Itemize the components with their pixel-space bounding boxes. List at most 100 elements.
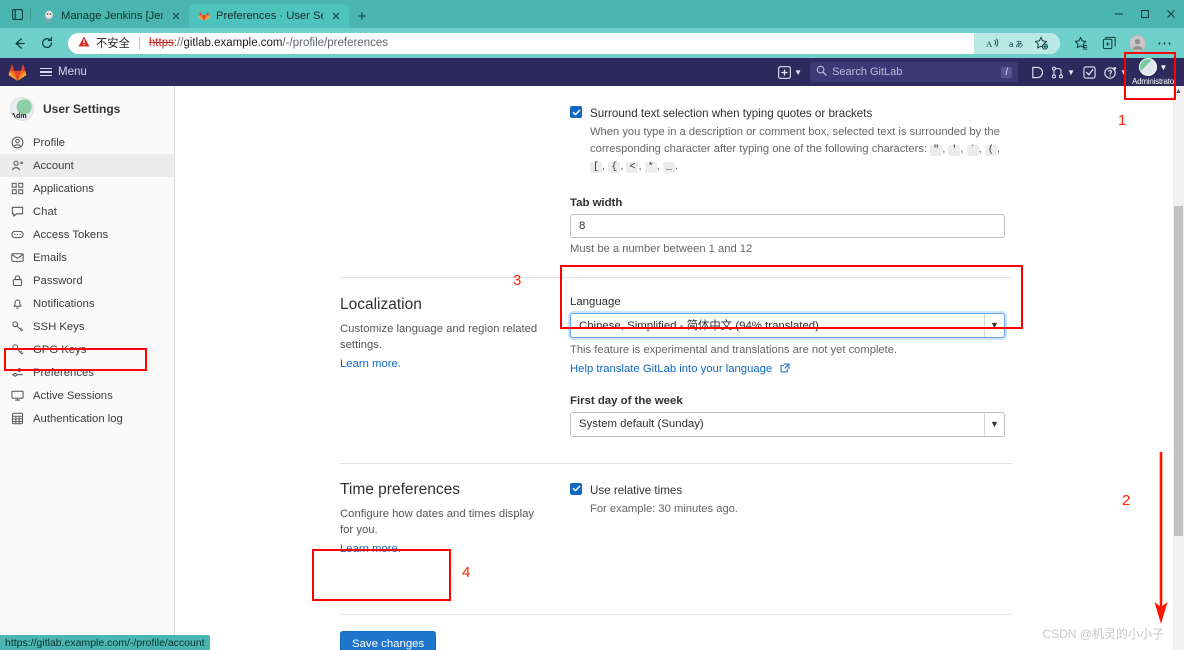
- insecure-label: 不安全: [96, 38, 130, 50]
- char-quote: ": [930, 144, 943, 156]
- read-aloud-icon[interactable]: A: [982, 33, 1004, 54]
- url-path: /-/profile/preferences: [282, 37, 388, 49]
- svg-text:a: a: [1009, 40, 1014, 49]
- sidebar-item-chat[interactable]: Chat: [0, 200, 174, 223]
- insecure-warning-icon: [78, 36, 90, 50]
- sidebar-item-gpg-keys[interactable]: GPG Keys: [0, 338, 174, 361]
- time-preferences-learn-more-link[interactable]: Learn more.: [340, 543, 401, 555]
- char-backtick: `: [966, 144, 979, 156]
- sidebar-item-ssh-keys[interactable]: SSH Keys: [0, 315, 174, 338]
- chevron-down-icon[interactable]: ▼: [984, 412, 1004, 436]
- log-icon: [10, 412, 24, 426]
- avatar: [10, 97, 34, 121]
- profile-icon[interactable]: [1124, 31, 1150, 55]
- sidebar-item-notifications[interactable]: Notifications: [0, 292, 174, 315]
- key-icon: [10, 343, 24, 357]
- sidebar-item-label: Chat: [33, 205, 57, 218]
- annotation-number-1: 1: [1118, 112, 1127, 129]
- tab-divider: [30, 7, 31, 21]
- localization-learn-more-link[interactable]: Learn more.: [340, 358, 401, 370]
- relative-times-checkbox[interactable]: [570, 482, 582, 495]
- merge-requests-icon[interactable]: ▼: [1047, 62, 1079, 82]
- url-scheme: https: [148, 37, 174, 49]
- browser-window: Manage Jenkins [Jenkins] ✕ Preferences ·…: [0, 0, 1184, 650]
- char-underscore: _: [662, 161, 675, 173]
- localization-section: Localization Customize language and regi…: [340, 296, 1184, 437]
- sidebar-item-preferences[interactable]: Preferences: [0, 361, 174, 384]
- first-day-select[interactable]: System default (Sunday) ▼: [570, 411, 1005, 437]
- sidebar-item-authentication-log[interactable]: Authentication log: [0, 407, 174, 430]
- close-icon[interactable]: ✕: [329, 9, 343, 23]
- back-icon[interactable]: [6, 31, 32, 55]
- todos-icon[interactable]: [1079, 62, 1100, 82]
- tab-strip: Manage Jenkins [Jenkins] ✕ Preferences ·…: [0, 0, 1184, 28]
- translate-icon[interactable]: aあ: [1006, 33, 1028, 54]
- scroll-up-icon[interactable]: ▲: [1173, 86, 1184, 97]
- sidebar-item-emails[interactable]: Emails: [0, 246, 174, 269]
- close-window-button[interactable]: [1158, 2, 1184, 26]
- close-icon[interactable]: ✕: [169, 9, 183, 23]
- search-input[interactable]: Search GitLab /: [810, 62, 1019, 82]
- browser-tab-preferences[interactable]: Preferences · User Settings · GitL ✕: [189, 4, 349, 28]
- address-divider: [138, 36, 140, 50]
- search-placeholder: Search GitLab: [832, 66, 903, 78]
- watermark: CSDN @机灵的小小子: [1042, 627, 1164, 641]
- user-avatar-row: ▼: [1138, 58, 1167, 76]
- clipped-top-text: [340, 86, 1184, 96]
- sidebar-item-applications[interactable]: Applications: [0, 177, 174, 200]
- language-note: This feature is experimental and transla…: [570, 343, 898, 356]
- sidebar-item-profile[interactable]: Profile: [0, 131, 174, 154]
- tab-actions-icon[interactable]: [4, 0, 30, 28]
- section-divider-time: [340, 462, 1012, 464]
- address-url: https://gitlab.example.com/-/profile/pre…: [149, 37, 388, 49]
- save-button[interactable]: Save changes: [340, 630, 437, 650]
- applications-icon: [10, 182, 24, 196]
- gitlab-menu-button[interactable]: Menu: [34, 64, 93, 80]
- new-tab-button[interactable]: +: [349, 4, 375, 28]
- sidebar-item-active-sessions[interactable]: Active Sessions: [0, 384, 174, 407]
- settings-more-icon[interactable]: ⋯: [1152, 31, 1178, 55]
- help-translate-link[interactable]: Help translate GitLab into your language: [570, 363, 772, 375]
- sidebar-item-account[interactable]: Account: [0, 154, 174, 177]
- avatar: [1138, 58, 1157, 76]
- localization-title: Localization: [340, 295, 422, 313]
- section-divider-save: [340, 613, 1012, 615]
- issues-icon[interactable]: [1026, 62, 1047, 82]
- sidebar-item-password[interactable]: Password: [0, 269, 174, 292]
- user-menu[interactable]: ▼ Administrato: [1132, 58, 1178, 86]
- tab-width-group: Tab width 8 Must be a number between 1 a…: [570, 197, 1010, 255]
- relative-times-checkbox-row[interactable]: Use relative times For example: 30 minut…: [570, 481, 1010, 518]
- first-day-label: First day of the week: [570, 394, 683, 407]
- tab-title: Preferences · User Settings · GitL: [216, 10, 323, 22]
- maximize-button[interactable]: [1132, 2, 1158, 26]
- annotation-number-2: 2: [1122, 492, 1131, 509]
- tab-width-input[interactable]: 8: [570, 213, 1005, 238]
- gitlab-logo-icon[interactable]: [6, 61, 28, 83]
- surround-checkbox-row[interactable]: Surround text selection when typing quot…: [570, 104, 1010, 175]
- help-icon[interactable]: ▼: [1100, 62, 1132, 82]
- surround-checkbox[interactable]: [570, 106, 582, 118]
- section-divider-localization: [340, 276, 1012, 278]
- char-paren: (: [984, 144, 997, 156]
- char-lt: <: [626, 161, 639, 173]
- language-select[interactable]: Chinese, Simplified - 简体中文 (94% translat…: [570, 312, 1005, 338]
- favorites-icon[interactable]: [1068, 31, 1094, 55]
- external-link-icon: [780, 360, 790, 378]
- time-preferences-title: Time preferences: [340, 480, 461, 498]
- tab-width-label: Tab width: [570, 196, 623, 209]
- char-brace: {: [608, 161, 621, 173]
- sidebar-item-access-tokens[interactable]: Access Tokens: [0, 223, 174, 246]
- sidebar-item-label: GPG Keys: [33, 343, 87, 356]
- reload-icon[interactable]: [34, 31, 60, 55]
- plus-icon[interactable]: ▼: [774, 62, 806, 82]
- minimize-button[interactable]: [1106, 2, 1132, 26]
- address-bar[interactable]: 不安全 https://gitlab.example.com/-/profile…: [68, 32, 1060, 54]
- sidebar-item-label: Password: [33, 274, 83, 287]
- browser-tab-jenkins[interactable]: Manage Jenkins [Jenkins] ✕: [34, 4, 189, 28]
- chevron-down-icon[interactable]: ▼: [984, 313, 1004, 337]
- add-favorite-icon[interactable]: [1030, 33, 1052, 54]
- first-day-group: First day of the week System default (Su…: [570, 395, 1010, 437]
- collections-icon[interactable]: [1096, 31, 1122, 55]
- user-settings-sidebar: User Settings Profile Account Applicatio…: [0, 86, 175, 650]
- monitor-icon: [10, 389, 24, 403]
